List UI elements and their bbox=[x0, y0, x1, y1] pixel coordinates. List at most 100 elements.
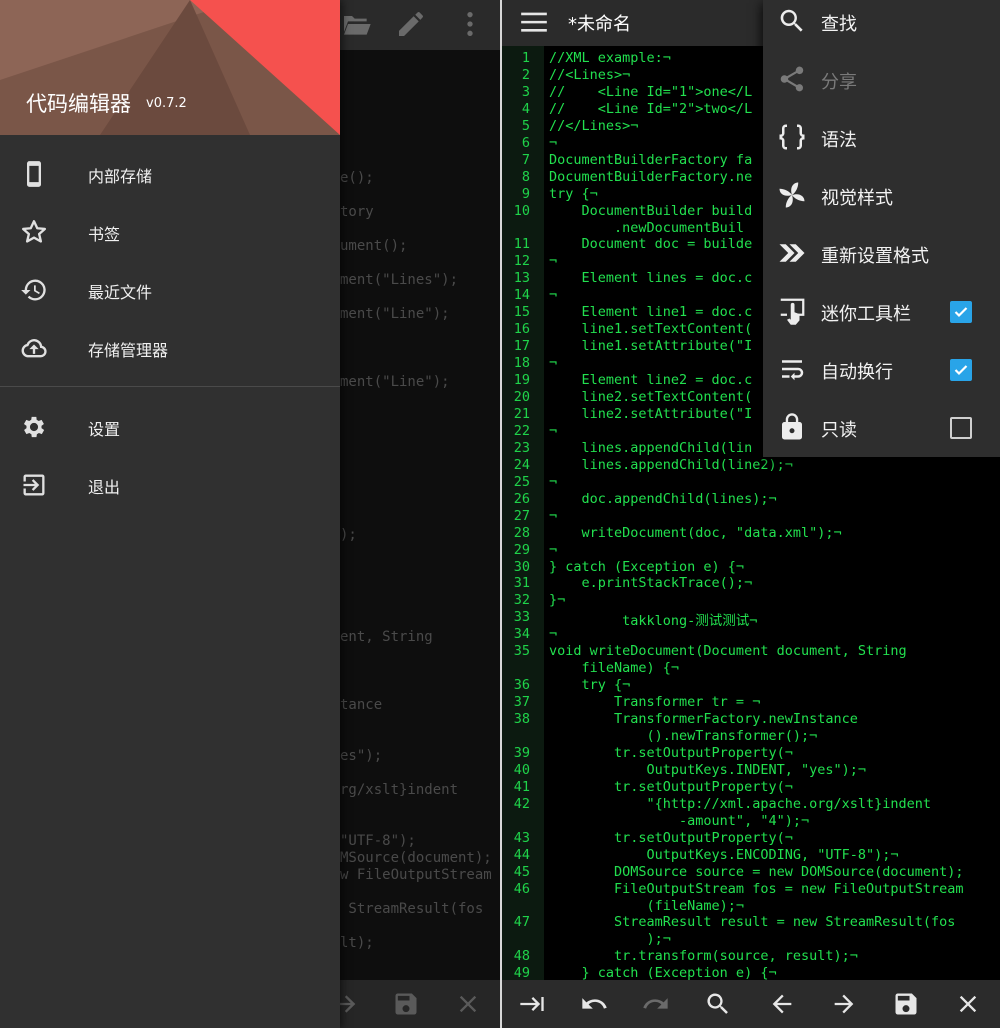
menu-item-word-wrap[interactable]: 自动换行 bbox=[763, 340, 1000, 398]
line-number: 5 bbox=[521, 117, 530, 134]
line-number: 1 bbox=[521, 50, 530, 66]
drawer-item-storage-manager[interactable]: 存储管理器 bbox=[0, 319, 340, 377]
background-code-fragment: "UTF-8"); bbox=[340, 833, 416, 849]
line-number: 8 bbox=[521, 168, 530, 185]
history-icon bbox=[21, 279, 46, 301]
code-line: Element lines = doc.c bbox=[549, 270, 753, 287]
line-number: 44 bbox=[513, 846, 530, 863]
line-number: 7 bbox=[521, 151, 530, 168]
menu-item-find[interactable]: 查找 bbox=[763, 0, 1000, 50]
code-line: ¬ bbox=[549, 473, 558, 490]
close-icon[interactable] bbox=[954, 990, 982, 1018]
code-line: } catch (Exception e) {¬ bbox=[549, 965, 777, 982]
code-line: } catch (Exception e) {¬ bbox=[549, 558, 745, 575]
line-number: 25 bbox=[513, 473, 530, 490]
close-icon[interactable] bbox=[454, 990, 482, 1018]
code-line: //</Lines>¬ bbox=[549, 117, 639, 134]
background-code-fragment: ment("Line"); bbox=[340, 306, 450, 322]
code-line: line2.setAttribute("I bbox=[549, 405, 753, 422]
line-number: 16 bbox=[513, 321, 530, 338]
drawer-item-exit[interactable]: 退出 bbox=[0, 456, 340, 514]
undo-icon[interactable] bbox=[580, 990, 608, 1018]
pinwheel-icon bbox=[779, 182, 805, 208]
menu-item-visual-style[interactable]: 视觉样式 bbox=[763, 166, 1000, 224]
code-line: try {¬ bbox=[549, 677, 631, 694]
save-icon[interactable] bbox=[892, 990, 920, 1018]
code-line: //XML example:¬ bbox=[549, 50, 671, 66]
more-vert-icon[interactable] bbox=[454, 8, 486, 40]
background-bottom-toolbar bbox=[336, 980, 500, 1028]
background-code-fragment: w FileOutputStream bbox=[340, 867, 492, 883]
cloud-upload-icon bbox=[21, 339, 47, 358]
line-number: 26 bbox=[513, 490, 530, 507]
lock-icon bbox=[782, 413, 802, 440]
left-panel: e(); tory ument(); ment("Lines"); ment("Line… bbox=[0, 0, 500, 1028]
search-icon bbox=[780, 9, 803, 32]
menu-item-mini-toolbar[interactable]: 迷你工具栏 bbox=[763, 282, 1000, 340]
header-decor-red bbox=[190, 0, 340, 135]
edit-pencil-icon[interactable] bbox=[395, 8, 427, 40]
code-line: DocumentBuilderFactory.ne bbox=[549, 168, 753, 185]
menu-item-share[interactable]: 分享 bbox=[763, 50, 1000, 108]
code-line: fileName) {¬ bbox=[549, 660, 680, 677]
line-number: 19 bbox=[513, 372, 530, 389]
menu-item-syntax[interactable]: 语法 bbox=[763, 108, 1000, 166]
code-line: ¬ bbox=[549, 507, 558, 524]
line-number: 29 bbox=[513, 541, 530, 558]
drawer-item-internal-storage[interactable]: 内部存储 bbox=[0, 145, 340, 203]
drawer-divider bbox=[0, 386, 340, 387]
line-number: 10 bbox=[513, 202, 530, 219]
code-line: DocumentBuilder build bbox=[549, 202, 753, 219]
line-number: 21 bbox=[513, 405, 530, 422]
line-number: 4 bbox=[521, 100, 530, 117]
redo-icon[interactable] bbox=[642, 990, 670, 1018]
line-number: 38 bbox=[513, 711, 530, 728]
code-line: takklong-测试测试¬ bbox=[549, 613, 758, 630]
menu-item-label: 语法 bbox=[821, 130, 857, 151]
line-number: 23 bbox=[513, 439, 530, 456]
line-number: 41 bbox=[513, 778, 530, 795]
line-number: 43 bbox=[513, 829, 530, 846]
menu-item-reformat[interactable]: 重新设置格式 bbox=[763, 224, 1000, 282]
mini-toolbar-checkbox[interactable] bbox=[950, 301, 972, 323]
drawer-item-recent-files[interactable]: 最近文件 bbox=[0, 261, 340, 319]
line-number: 13 bbox=[513, 270, 530, 287]
code-line: //<Lines>¬ bbox=[549, 66, 631, 83]
hamburger-menu-icon[interactable] bbox=[520, 10, 548, 34]
arrow-right-icon[interactable] bbox=[830, 990, 858, 1018]
tab-indent-icon[interactable] bbox=[518, 990, 546, 1018]
drawer-item-settings[interactable]: 设置 bbox=[0, 398, 340, 456]
phone-icon bbox=[27, 161, 41, 187]
line-number: 24 bbox=[513, 456, 530, 473]
background-code-fragment: MSource(document); bbox=[340, 850, 492, 866]
line-number: 33 bbox=[513, 609, 530, 626]
line-number: 35 bbox=[513, 643, 530, 660]
save-icon[interactable] bbox=[392, 990, 420, 1018]
code-line: }¬ bbox=[549, 592, 566, 609]
line-number: 14 bbox=[513, 287, 530, 304]
menu-item-label: 视觉样式 bbox=[821, 188, 893, 209]
exit-icon bbox=[23, 474, 45, 496]
line-number: 11 bbox=[513, 236, 530, 253]
line-number: 6 bbox=[521, 134, 530, 151]
background-code-fragment: e(); bbox=[340, 170, 374, 186]
code-line: Transformer tr = ¬ bbox=[549, 694, 761, 711]
menu-item-label: 查找 bbox=[821, 14, 857, 35]
code-line: ¬ bbox=[549, 626, 558, 643]
code-line: (fileName);¬ bbox=[549, 897, 745, 914]
menu-item-read-only[interactable]: 只读 bbox=[763, 398, 1000, 456]
code-line: .newDocumentBuil bbox=[549, 219, 745, 236]
line-number: 20 bbox=[513, 389, 530, 405]
folder-open-icon[interactable] bbox=[340, 8, 372, 40]
drawer-item-bookmarks[interactable]: 书签 bbox=[0, 203, 340, 261]
read-only-checkbox[interactable] bbox=[950, 417, 972, 439]
line-number: 48 bbox=[513, 948, 530, 965]
line-number: 31 bbox=[513, 575, 530, 592]
drawer-item-label: 内部存储 bbox=[88, 167, 153, 186]
line-number: 42 bbox=[513, 795, 530, 812]
search-icon[interactable] bbox=[704, 990, 732, 1018]
background-code-fragment: ment("Lines"); bbox=[340, 272, 459, 288]
word-wrap-checkbox[interactable] bbox=[950, 359, 972, 381]
background-code-fragment: es"); bbox=[340, 748, 383, 764]
arrow-left-icon[interactable] bbox=[768, 990, 796, 1018]
